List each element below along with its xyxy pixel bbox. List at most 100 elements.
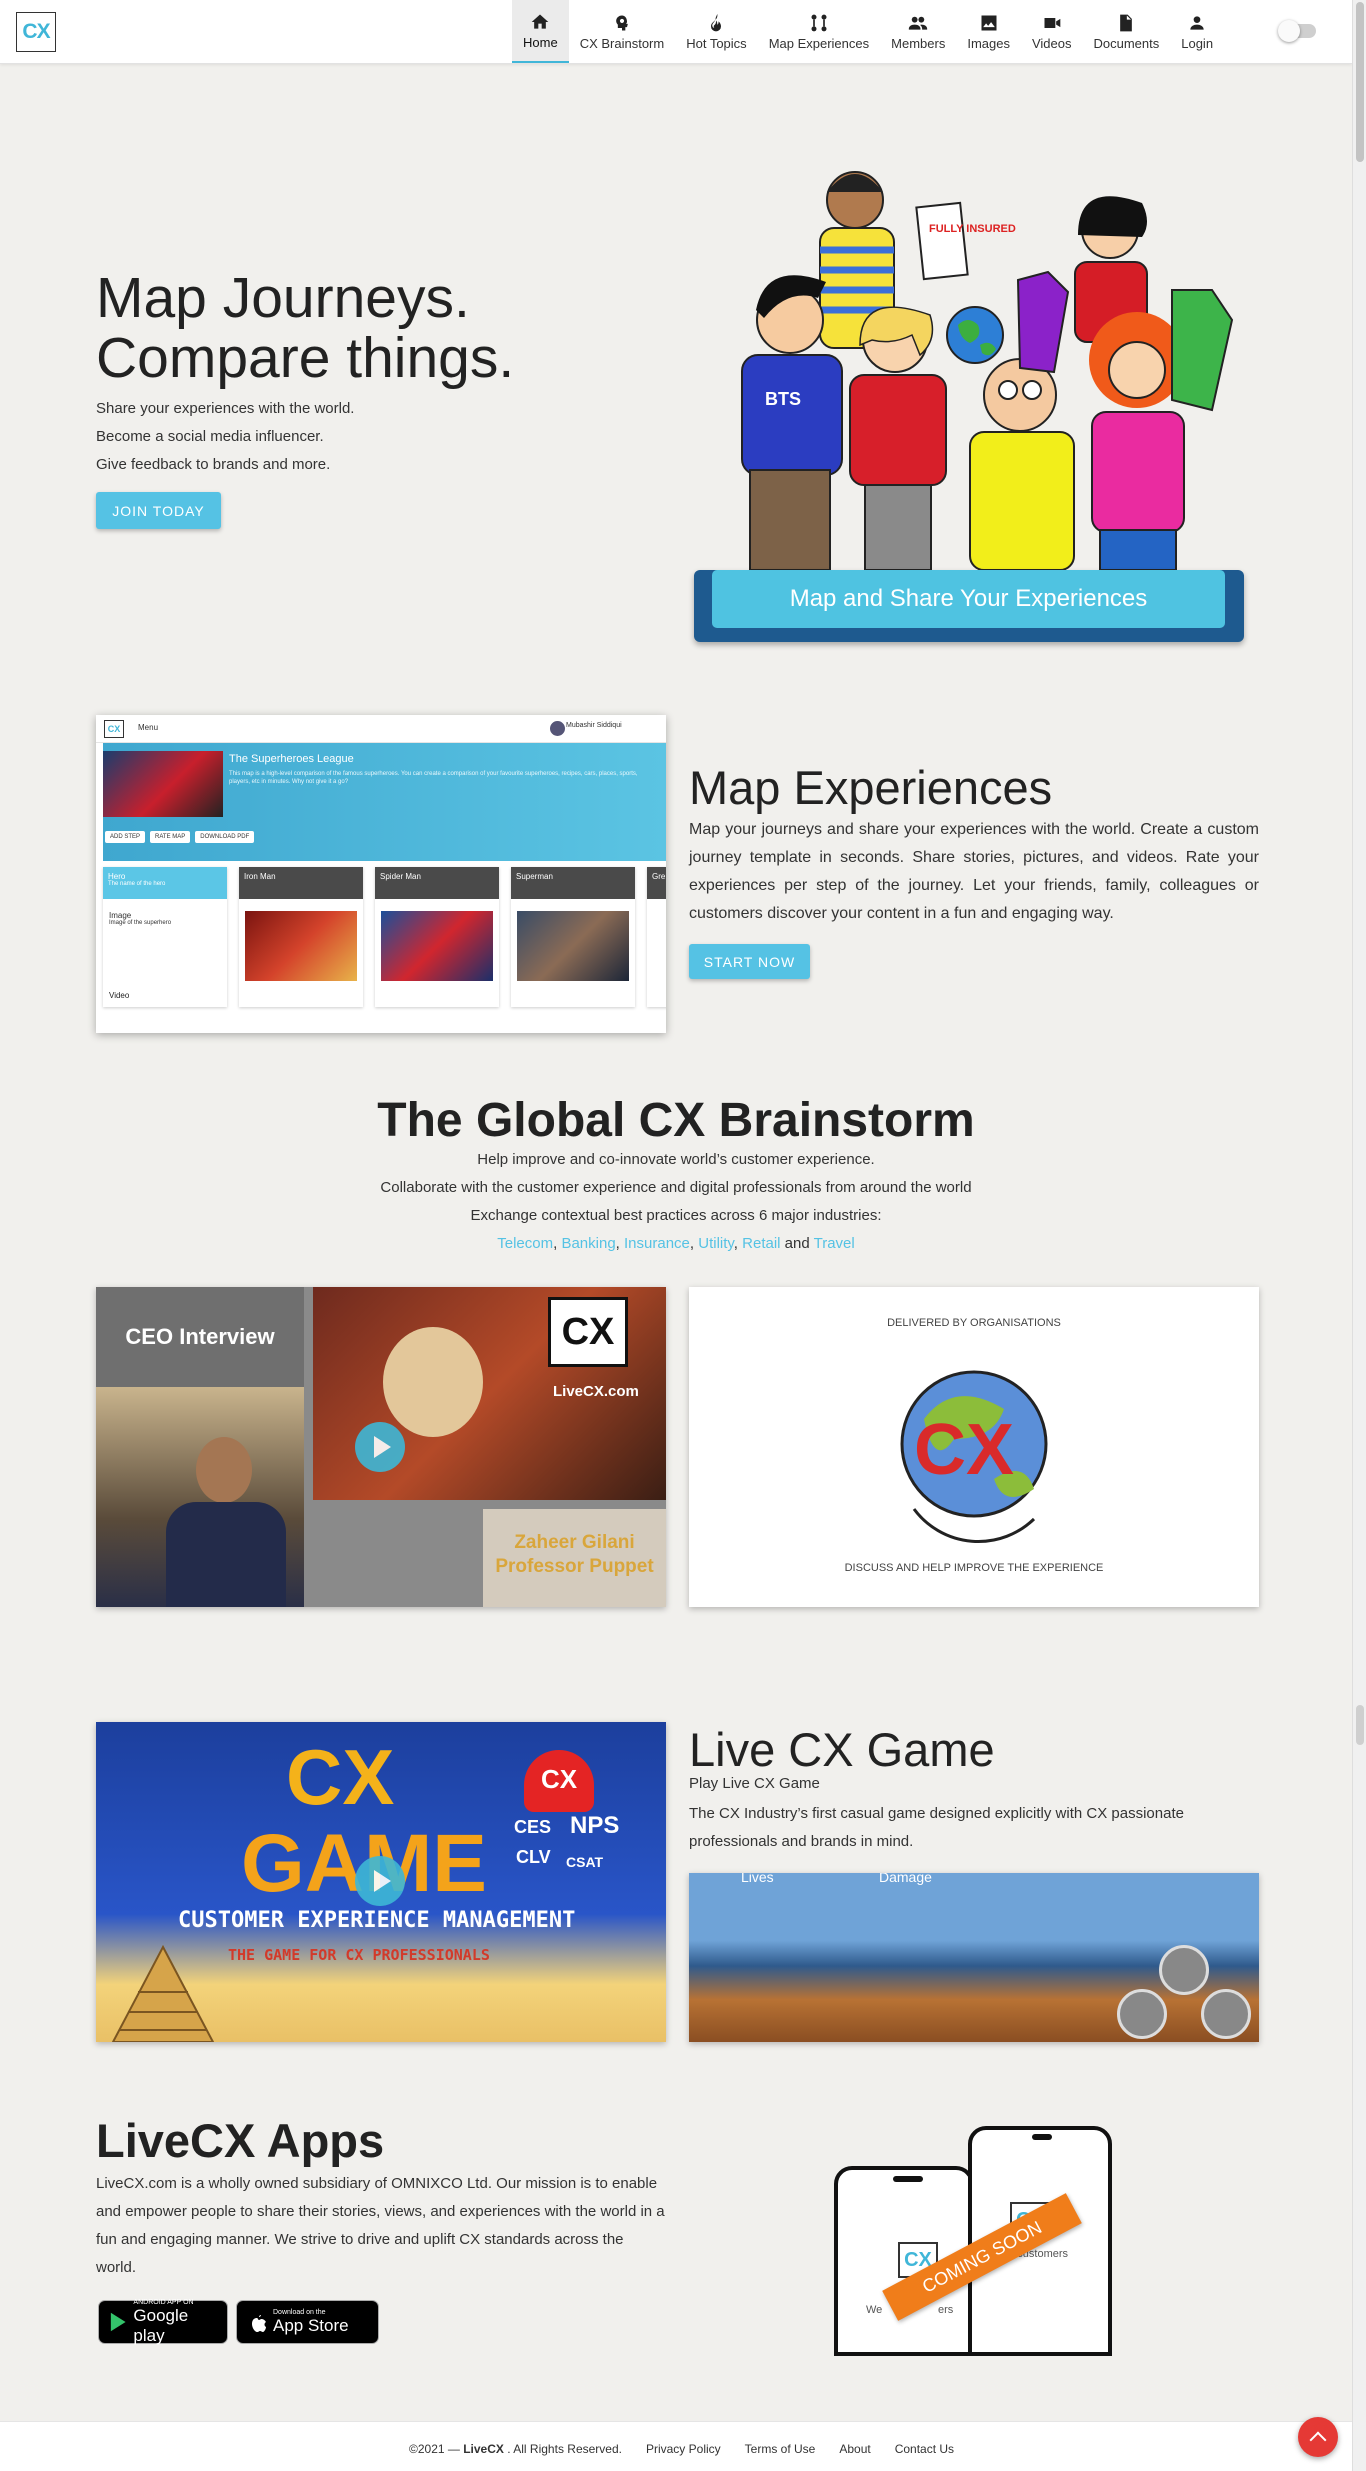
game-right-arrow-icon[interactable] — [1201, 1989, 1251, 2039]
map-share-banner[interactable]: Map and Share Your Experiences — [694, 570, 1244, 642]
sign-text: FULLY INSURED — [929, 223, 1016, 235]
contact-us-link[interactable]: Contact Us — [895, 2442, 954, 2456]
industry-retail[interactable]: Retail — [742, 1235, 780, 1252]
theme-toggle[interactable] — [1278, 20, 1318, 42]
app-store-button[interactable]: Download on the App Store — [236, 2300, 379, 2344]
mock-hero: The Superheroes League This map is a hig… — [103, 743, 666, 861]
map-experiences-title: Map Experiences — [689, 761, 1053, 814]
nav-images[interactable]: Images — [956, 0, 1021, 63]
live-cx-game-text: The CX Industry’s first casual game desi… — [689, 1805, 1184, 1850]
spiderman-image — [381, 911, 493, 981]
flame-icon — [711, 13, 722, 31]
join-today-button[interactable]: JOIN TODAY — [96, 492, 221, 529]
map-experiences-text: Map your journeys and share your experie… — [689, 821, 1259, 922]
start-now-button[interactable]: START NOW — [689, 944, 810, 979]
image-icon — [981, 15, 997, 30]
mock-logo: CX — [104, 720, 124, 738]
superman-image — [517, 911, 629, 981]
game-lives-label: Lives — [741, 1873, 774, 1885]
ceo-photo — [96, 1387, 304, 1607]
heart-ces: CES — [514, 1817, 552, 1837]
game-up-arrow-icon[interactable] — [1159, 1945, 1209, 1995]
nav-videos[interactable]: Videos — [1021, 0, 1083, 63]
ceo-interview-video[interactable]: CEO Interview CX LiveCX.com Zaheer Gilan… — [96, 1287, 666, 1607]
heart-cx: CX — [524, 1750, 594, 1812]
game-left-arrow-icon[interactable] — [1117, 1989, 1167, 2039]
game-screenshot[interactable]: Lives Damage — [689, 1873, 1259, 2042]
mock-add-step: ADD STEP — [105, 831, 146, 843]
scroll-to-top-button[interactable] — [1298, 2417, 1338, 2457]
footer: ©2021 — LiveCX . All Rights Reserved. Pr… — [0, 2421, 1352, 2471]
page-scrollbar[interactable] — [1352, 0, 1366, 2471]
scrollbar-marker — [1356, 1705, 1364, 1745]
people-icon — [909, 16, 928, 30]
brain-icon — [616, 15, 628, 30]
mock-user: Mubashir Siddiqui — [566, 722, 622, 729]
livecx-logo[interactable]: CX — [16, 12, 56, 52]
nav-cx-brainstorm[interactable]: CX Brainstorm — [569, 0, 676, 63]
cx-game-video[interactable]: CX GAME CUSTOMER EXPERIENCE MANAGEMENT T… — [96, 1722, 666, 2042]
puppet-caption: Zaheer Gilani Professor Puppet — [483, 1509, 666, 1607]
apps-title: LiveCX Apps — [96, 2114, 385, 2167]
brainstorm-text: Help improve and co-innovate world’s cus… — [0, 1146, 1352, 1258]
cx-logo-badge: CX — [548, 1297, 628, 1367]
nav-members[interactable]: Members — [880, 0, 956, 63]
apps-text: LiveCX.com is a wholly owned subsidiary … — [96, 2175, 665, 2276]
nav-documents[interactable]: Documents — [1082, 0, 1170, 63]
scrollbar-thumb[interactable] — [1356, 2, 1364, 162]
mock-download-pdf: DOWNLOAD PDF — [195, 831, 255, 843]
game-play-button[interactable] — [355, 1856, 405, 1906]
mock-column-4: Gre — [647, 867, 666, 1007]
game-line1: CUSTOMER EXPERIENCE MANAGEMENT — [178, 1908, 576, 1933]
game-damage-label: Damage — [879, 1873, 932, 1885]
industry-banking[interactable]: Banking — [561, 1235, 615, 1252]
route-icon — [811, 14, 827, 31]
google-play-icon — [110, 2312, 126, 2332]
google-play-button[interactable]: ANDROID APP ON Google play — [98, 2299, 228, 2345]
industry-utility[interactable]: Utility — [698, 1235, 734, 1252]
nav-login[interactable]: Login — [1170, 0, 1224, 63]
top-navbar: CX Home CX Brainstorm Hot Topics Map Exp… — [0, 0, 1352, 64]
heart-csat: CSAT — [566, 1854, 604, 1870]
svg-text:CX: CX — [914, 1410, 1014, 1490]
mock-column-3: Superman — [511, 867, 635, 1007]
ironman-image — [245, 911, 357, 981]
nav-hot-topics[interactable]: Hot Topics — [675, 0, 757, 63]
cx-globe-icon: CX — [900, 1370, 1048, 1543]
industry-insurance[interactable]: Insurance — [624, 1235, 690, 1252]
mock-first-column: Hero The name of the hero Image Image of… — [103, 867, 227, 1007]
game-word-cx: CX — [286, 1733, 395, 1821]
mock-topbar: CX Menu Mubashir Siddiqui — [96, 715, 666, 743]
nav-map-experiences[interactable]: Map Experiences — [758, 0, 880, 63]
brainstorm-title: The Global CX Brainstorm — [377, 1094, 975, 1147]
mock-menu: Menu — [138, 723, 159, 732]
mock-avatar — [550, 721, 565, 736]
industry-telecom[interactable]: Telecom — [497, 1235, 553, 1252]
about-link[interactable]: About — [839, 2442, 870, 2456]
hero-tagline: Share your experiences with the world. B… — [96, 400, 355, 473]
shirt-text: BTS — [765, 389, 801, 409]
livecx-brand: LiveCX.com — [553, 1383, 639, 1400]
nav-home[interactable]: Home — [512, 0, 569, 63]
mock-buttons: ADD STEP RATE MAP DOWNLOAD PDF — [105, 831, 255, 843]
toggle-thumb — [1278, 20, 1300, 42]
industry-travel[interactable]: Travel — [814, 1235, 855, 1252]
hero-illustration: FULLY INSURED BTS — [741, 171, 1234, 570]
nav-menu: Home CX Brainstorm Hot Topics Map Experi… — [512, 0, 1224, 64]
map-screenshot: CX Menu Mubashir Siddiqui The Superheroe… — [96, 715, 666, 1033]
mock-column-1: Iron Man — [239, 867, 363, 1007]
heart-clv: CLV — [516, 1847, 551, 1867]
pyramid-icon — [111, 1944, 215, 2042]
ceo-interview-label: CEO Interview — [96, 1287, 304, 1387]
hero-title: Map Journeys. Compare things. — [96, 266, 515, 390]
cx-globe-card: DELIVERED BY ORGANISATIONS CX DISCUSS AN… — [689, 1287, 1259, 1607]
play-button[interactable] — [355, 1422, 405, 1472]
industry-links: Telecom, Banking, Insurance, Utility, Re… — [497, 1235, 855, 1252]
live-cx-game-title: Live CX Game — [689, 1723, 995, 1776]
game-line2: THE GAME FOR CX PROFESSIONALS — [228, 1946, 490, 1964]
terms-of-use-link[interactable]: Terms of Use — [745, 2442, 816, 2456]
privacy-policy-link[interactable]: Privacy Policy — [646, 2442, 721, 2456]
heart-nps: NPS — [570, 1812, 620, 1839]
globe-top-text: DELIVERED BY ORGANISATIONS — [887, 1317, 1061, 1329]
globe-bottom-text: DISCUSS AND HELP IMPROVE THE EXPERIENCE — [844, 1562, 1104, 1574]
